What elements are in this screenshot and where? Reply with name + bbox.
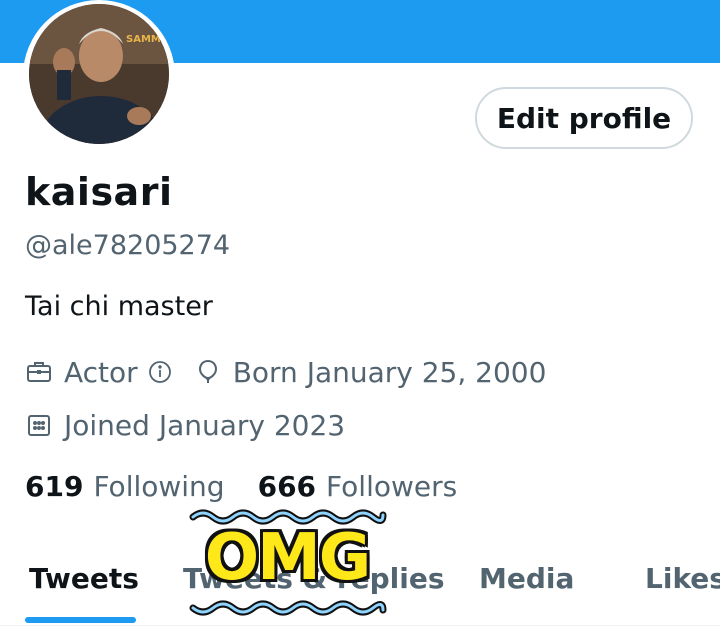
omg-sticker: OMG bbox=[187, 505, 387, 620]
balloon-icon bbox=[194, 358, 222, 386]
display-name: kaisari bbox=[25, 170, 173, 214]
tab-likes[interactable]: Likes bbox=[645, 562, 720, 595]
avatar[interactable]: SAMMO HUNG bbox=[29, 4, 169, 144]
tab-tweets[interactable]: Tweets bbox=[29, 562, 139, 595]
followers-label: Followers bbox=[326, 470, 458, 503]
profession-label: Actor bbox=[64, 355, 138, 389]
following-link[interactable]: 619 Following bbox=[25, 470, 225, 503]
profile-meta-row: Actor Born January 25, 2000 bbox=[25, 354, 546, 390]
user-handle: @ale78205274 bbox=[25, 230, 231, 261]
follow-stats: 619 Following 666 Followers bbox=[25, 470, 457, 503]
briefcase-icon bbox=[25, 358, 53, 386]
avatar-portrait: SAMMO HUNG bbox=[29, 4, 169, 144]
profile-meta-row: Joined January 2023 bbox=[25, 407, 345, 443]
birthday-label: Born January 25, 2000 bbox=[232, 355, 547, 389]
active-tab-indicator bbox=[25, 617, 136, 623]
bio-text: Tai chi master bbox=[25, 291, 213, 322]
joined-date-label: Joined January 2023 bbox=[64, 408, 346, 442]
omg-sticker-text: OMG bbox=[204, 521, 372, 595]
followers-link[interactable]: 666 Followers bbox=[258, 470, 458, 503]
tab-media[interactable]: Media bbox=[479, 562, 574, 595]
followers-count: 666 bbox=[257, 470, 317, 503]
tabs-divider bbox=[0, 625, 720, 626]
avatar-frame: SAMMO HUNG bbox=[23, 0, 175, 152]
wave-bottom-icon bbox=[189, 600, 387, 616]
calendar-icon bbox=[25, 411, 53, 439]
avatar-caption: SAMMO HUNG bbox=[126, 34, 169, 45]
following-label: Following bbox=[93, 470, 225, 503]
following-count: 619 bbox=[25, 470, 84, 503]
info-icon[interactable] bbox=[148, 360, 172, 384]
edit-profile-button[interactable]: Edit profile bbox=[475, 87, 693, 149]
